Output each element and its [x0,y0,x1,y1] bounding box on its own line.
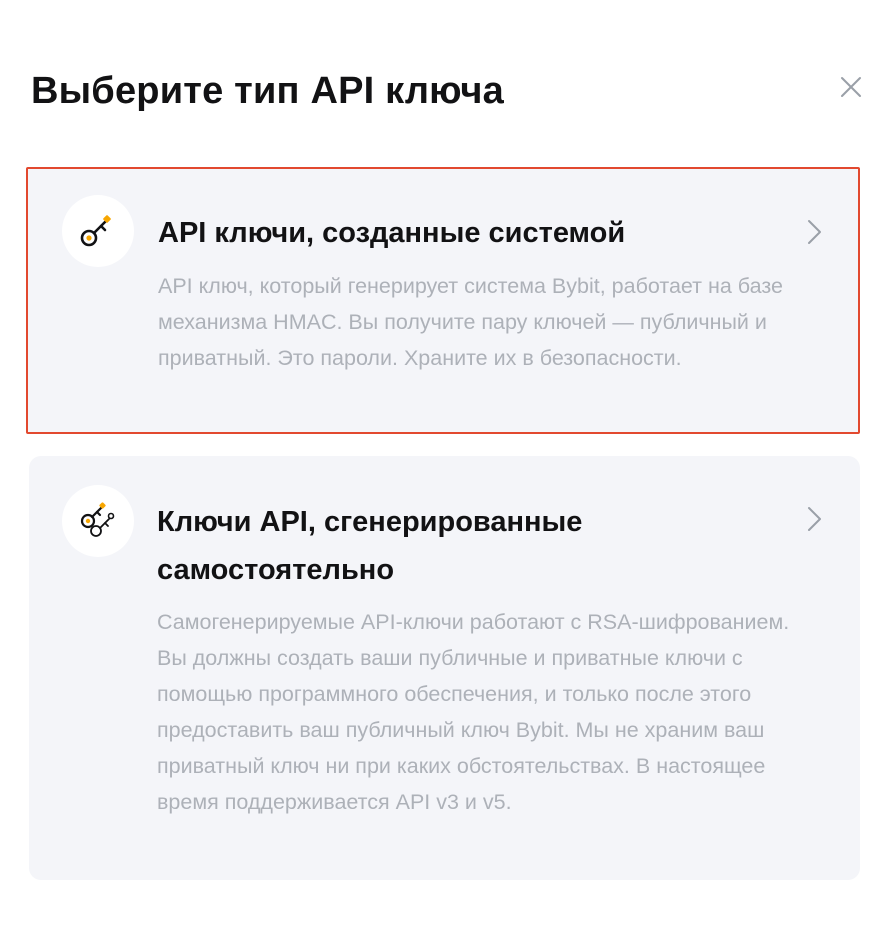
chevron-right-icon [808,507,821,531]
api-key-type-dialog: Выберите тип API ключа API ключи, создан… [0,0,896,943]
option-icon-wrapper [62,195,134,267]
option-title: Ключи API, сгенерированные самостоятельн… [157,506,583,586]
option-title: API ключи, созданные системой [158,217,626,249]
option-icon-wrapper [62,485,134,557]
chevron-right-icon [808,220,821,244]
option-description: API ключ, который генерирует система Byb… [158,274,783,370]
close-button[interactable] [834,70,868,104]
key-icon [80,215,111,247]
option-self-generated-keys[interactable]: Ключи API, сгенерированные самостоятельн… [29,456,860,880]
close-icon [841,77,861,97]
option-description: Самогенерируемые API-ключи работают с RS… [157,610,790,814]
option-system-generated-keys[interactable]: API ключи, созданные системой API ключ, … [26,167,860,434]
dialog-title: Выберите тип API ключа [31,70,504,112]
self-generated-key-icon [80,502,115,537]
